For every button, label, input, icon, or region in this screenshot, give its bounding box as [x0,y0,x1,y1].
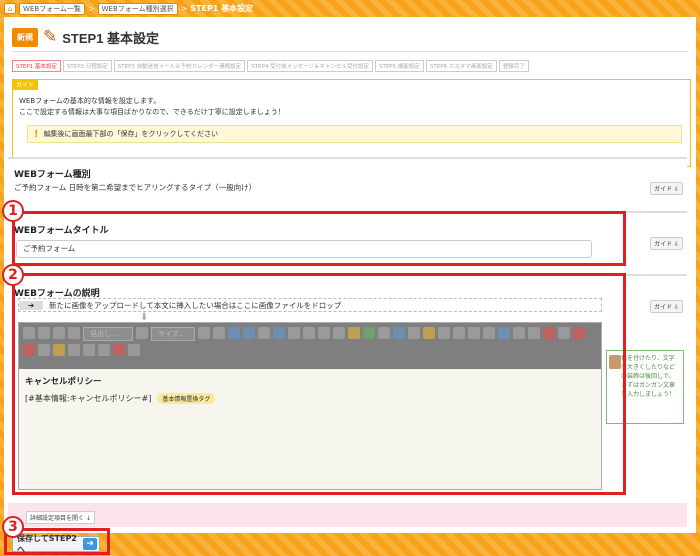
callout-number-2: 2 [2,264,24,286]
callout-number-3: 3 [2,516,24,538]
guide-text: WEBフォームの基本的な情報を設定します。 ここで設定する情報は大事な項目ばかり… [19,96,285,118]
step-1[interactable]: STEP1 基本設定 [12,60,61,72]
step-navigation: STEP1 基本設定 STEP2 日程設定 STEP3 自動送信メール＆予約カレ… [12,60,529,72]
breadcrumb-separator: > [180,4,188,13]
pencil-icon: ✎ [43,27,58,47]
guide-note-text: 編集後に画面最下部の「保存」をクリックしてください [43,130,219,138]
guide-box: ガイド WEBフォームの基本的な情報を設定します。 ここで設定する情報は大事な項… [12,79,691,167]
hint-text: 色を付けたり、文字を大きくしたりなどの装飾は後回しで、まずはガンガン文章を入力し… [621,355,676,398]
step-5[interactable]: STEP5 機能設定 [374,60,424,72]
step-2[interactable]: STEP2 日程設定 [62,60,112,72]
guide-line-1: WEBフォームの基本的な情報を設定します。 [19,97,161,105]
guide-note: ! 編集後に画面最下部の「保存」をクリックしてください [27,125,682,143]
breadcrumb-item-form-type[interactable]: WEBフォーム種別選択 [97,2,178,15]
form-type-value: ご予約フォーム 日時を第二希望までヒアリングするタイプ（一般向け） [14,183,257,192]
advanced-settings-band [8,503,687,527]
page-header: 新規 ✎ STEP1 基本設定 [12,27,159,47]
step-6[interactable]: STEP6 カスタマ画面設定 [425,60,497,72]
form-type-guide-button[interactable]: ガイド ⇩ [650,182,683,195]
guide-tab: ガイド [12,79,39,90]
step-complete[interactable]: 登録完了 [498,60,529,72]
form-description-guide-button[interactable]: ガイド ⇩ [650,300,683,313]
home-icon[interactable]: ⌂ [4,3,16,14]
guide-line-2: ここで設定する情報は大事な項目ばかりなので、できるだけ丁寧に設定しましょう！ [19,108,285,116]
form-title-guide-button[interactable]: ガイド ⇩ [650,237,683,250]
breadcrumb-bar: ⌂ WEBフォーム一覧 > WEBフォーム種別選択 > STEP1 基本設定 [0,0,700,17]
page-title: STEP1 基本設定 [62,30,160,46]
breadcrumb-current: STEP1 基本設定 [190,4,254,13]
advanced-settings-button[interactable]: 詳細設定項目を開く ↓ [26,511,95,524]
breadcrumb-separator: > [87,4,95,13]
step-4[interactable]: STEP4 受付後メッセージ＆キャンセル受付設定 [247,60,373,72]
step-3[interactable]: STEP3 自動送信メール＆予約カレンダー連携設定 [113,60,246,72]
breadcrumb-item-form-list[interactable]: WEBフォーム一覧 [19,2,85,15]
callout-number-1: 1 [2,200,24,222]
new-badge: 新規 [12,27,38,47]
title-divider [12,51,688,52]
form-type-title: WEBフォーム種別 [14,170,91,180]
callout-box-2 [12,273,626,495]
section-form-type: WEBフォーム種別 ご予約フォーム 日時を第二希望までヒアリングするタイプ（一般… [8,157,687,207]
callout-box-1 [12,211,626,266]
warning-icon: ! [34,128,39,140]
